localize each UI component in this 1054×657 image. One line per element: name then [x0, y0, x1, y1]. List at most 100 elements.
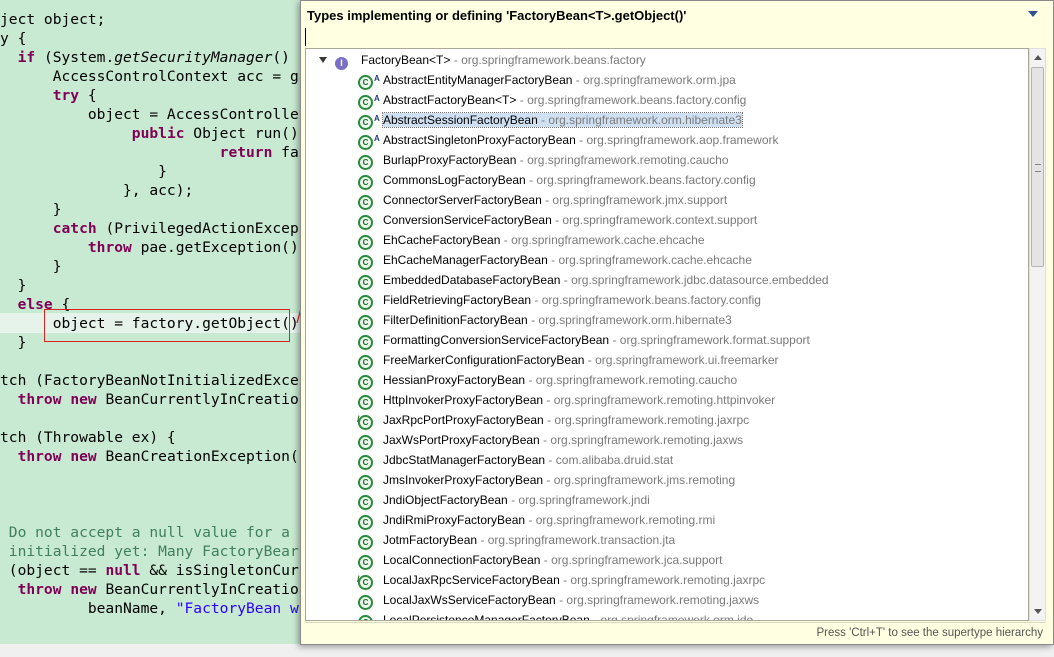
type-name: AbstractEntityManagerFactoryBean	[383, 73, 573, 87]
code-static-call: getSecurityManager	[114, 49, 273, 66]
tree-row[interactable]: C ConnectorServerFactoryBean - org.spring…	[306, 190, 1026, 212]
package-name: org.springframework.beans.factory.config	[536, 173, 756, 187]
code-text: y {	[0, 30, 27, 47]
package-separator: -	[551, 213, 563, 227]
tree-row[interactable]: C EhCacheFactoryBean - org.springframewor…	[306, 230, 1026, 251]
code-line: Do not accept a null value for a	[0, 523, 299, 542]
vertical-scrollbar[interactable]	[1029, 48, 1046, 621]
package-name: org.springframework.ui.freemarker	[595, 353, 779, 367]
type-name: LocalJaxRpcServiceFactoryBean	[383, 573, 560, 587]
tree-row-label: HttpInvokerProxyFactoryBean - org.spring…	[383, 390, 775, 410]
code-keyword: public	[131, 125, 185, 142]
class-icon: C	[358, 172, 373, 192]
code-line: (object == null && isSingletonCur	[0, 561, 299, 580]
tree-row-text: JndiObjectFactoryBean - org.springframew…	[383, 493, 650, 507]
tree-row[interactable]: C JndiObjectFactoryBean - org.springframe…	[306, 490, 1026, 511]
code-text: tch (Throwable ex) {	[0, 429, 176, 446]
tree-row[interactable]: C A AbstractEntityManagerFactoryBean - org…	[306, 70, 1026, 92]
code-text: }	[0, 277, 27, 294]
tree-row[interactable]: C FilterDefinitionFactoryBean - org.sprin…	[306, 310, 1026, 331]
abstract-class-icon: CA	[358, 72, 380, 92]
tree-row[interactable]: C / JaxRpcPortProxyFactoryBean - org.sprin…	[306, 410, 1026, 431]
tree-row-label: JaxWsPortProxyFactoryBean - org.springfr…	[383, 430, 743, 450]
code-text: (System.	[35, 49, 115, 66]
package-separator: -	[572, 73, 584, 87]
tree-row[interactable]: C A AbstractFactoryBean<T> - org.springfra…	[306, 90, 1026, 112]
code-text: (object ==	[0, 562, 106, 579]
abstract-class-icon: CA	[358, 92, 380, 112]
tree-row-label: FilterDefinitionFactoryBean - org.spring…	[383, 310, 732, 330]
code-line: object = AccessControlle	[0, 105, 299, 124]
type-tree[interactable]: I FactoryBean<T> - org.springframework.be…	[305, 48, 1029, 621]
tree-row[interactable]: C HessianProxyFactoryBean - org.springfra…	[306, 370, 1026, 392]
scroll-up-icon[interactable]	[1034, 55, 1042, 60]
tree-row[interactable]: C HttpInvokerProxyFactoryBean - org.sprin…	[306, 390, 1026, 411]
tree-row[interactable]: C LocalJaxWsServiceFactoryBean - org.spri…	[306, 590, 1026, 611]
filter-input[interactable]	[305, 28, 1048, 46]
code-text: BeanCurrentlyInCreatio	[96, 581, 299, 598]
annotation-highlight-box	[44, 309, 290, 342]
package-name: org.springframework.cache.ehcache	[558, 253, 752, 267]
tree-row-label: FieldRetrievingFactoryBean - org.springf…	[383, 290, 761, 310]
tree-row[interactable]: C CommonsLogFactoryBean - org.springframe…	[306, 170, 1026, 192]
package-name: org.springframework.beans.factory	[461, 53, 646, 67]
class-icon: C	[358, 252, 373, 272]
tree-row-selected[interactable]: C A AbstractSessionFactoryBean - org.sprin…	[306, 110, 1026, 132]
tree-row[interactable]: C / LocalJaxRpcServiceFactoryBean - org.sp…	[306, 570, 1026, 592]
type-name: ConversionServiceFactoryBean	[383, 213, 552, 227]
tree-row-text: FreeMarkerConfigurationFactoryBean - org…	[383, 353, 779, 367]
tree-row-label: ConnectorServerFactoryBean - org.springf…	[383, 190, 727, 210]
class-icon: C	[358, 192, 373, 212]
scroll-down-icon[interactable]	[1034, 609, 1042, 614]
code-line: ject object;	[0, 10, 105, 29]
code-line: }	[0, 257, 62, 276]
tree-row[interactable]: C A AbstractSingletonProxyFactoryBean - or…	[306, 130, 1026, 152]
tree-row-label: FactoryBean<T> - org.springframework.bea…	[361, 50, 646, 70]
code-line: }	[0, 276, 27, 295]
tree-row-label: EmbeddedDatabaseFactoryBean - org.spring…	[383, 270, 829, 290]
tree-row[interactable]: C LocalPersistenceManagerFactoryBean - or…	[306, 610, 1026, 621]
package-separator: -	[543, 393, 554, 407]
type-hierarchy-popup[interactable]: Types implementing or defining 'FactoryB…	[300, 0, 1054, 645]
collapse-triangle-icon[interactable]	[319, 57, 327, 63]
tree-row[interactable]: C JdbcStatManagerFactoryBean - com.alibab…	[306, 450, 1026, 471]
tree-row[interactable]: C EhCacheManagerFactoryBean - org.springf…	[306, 250, 1026, 272]
tree-row[interactable]: C BurlapProxyFactoryBean - org.springfram…	[306, 150, 1026, 171]
tree-row-label: EhCacheManagerFactoryBean - org.springfr…	[383, 250, 752, 270]
tree-row[interactable]: C JotmFactoryBean - org.springframework.t…	[306, 530, 1026, 552]
tree-row[interactable]: C JmsInvokerProxyFactoryBean - org.spring…	[306, 470, 1026, 491]
tree-row[interactable]: C JndiRmiProxyFactoryBean - org.springfra…	[306, 510, 1026, 531]
code-line: return facto	[0, 143, 325, 162]
tree-root-row[interactable]: I FactoryBean<T> - org.springframework.be…	[306, 50, 1026, 71]
tree-row[interactable]: C LocalConnectionFactoryBean - org.spring…	[306, 550, 1026, 571]
tree-row-text: LocalConnectionFactoryBean - org.springf…	[383, 553, 723, 567]
code-keyword: if	[17, 49, 36, 66]
tree-row-text: ConnectorServerFactoryBean - org.springf…	[383, 193, 727, 207]
class-icon: C	[358, 532, 373, 552]
tree-row[interactable]: C FormattingConversionServiceFactoryBean …	[306, 330, 1026, 351]
code-text: }	[0, 163, 167, 180]
code-line: throw pae.getException()	[0, 238, 299, 257]
tree-row[interactable]: C EmbeddedDatabaseFactoryBean - org.sprin…	[306, 270, 1026, 292]
deprecated-class-icon: C /	[357, 572, 373, 592]
abstract-class-icon: CA	[358, 132, 380, 152]
tree-row[interactable]: C FreeMarkerConfigurationFactoryBean - or…	[306, 350, 1026, 371]
package-name: org.springframework.jms.remoting	[553, 473, 736, 487]
tree-row[interactable]: C JaxWsPortProxyFactoryBean - org.springf…	[306, 430, 1026, 451]
package-separator: -	[525, 373, 536, 387]
code-text: beanName,	[0, 600, 176, 617]
tree-row[interactable]: C ConversionServiceFactoryBean - org.spri…	[306, 210, 1026, 231]
code-text: Object run()	[184, 125, 299, 142]
type-name: LocalPersistenceManagerFactoryBean	[383, 613, 590, 621]
class-icon: C	[358, 272, 373, 292]
code-text: object = AccessControlle	[0, 106, 299, 123]
view-menu-chevron-down-icon[interactable]	[1028, 11, 1038, 17]
code-line: throw new BeanCurrentlyInCreatio	[0, 390, 299, 409]
abstract-class-icon: CA	[358, 112, 380, 132]
tree-row[interactable]: C FieldRetrievingFactoryBean - org.spring…	[306, 290, 1026, 311]
tree-row-text: JdbcStatManagerFactoryBean - com.alibaba…	[383, 453, 673, 467]
type-name: AbstractFactoryBean<T>	[383, 93, 517, 107]
class-icon: C	[358, 372, 373, 392]
scrollbar-thumb[interactable]	[1031, 67, 1044, 267]
